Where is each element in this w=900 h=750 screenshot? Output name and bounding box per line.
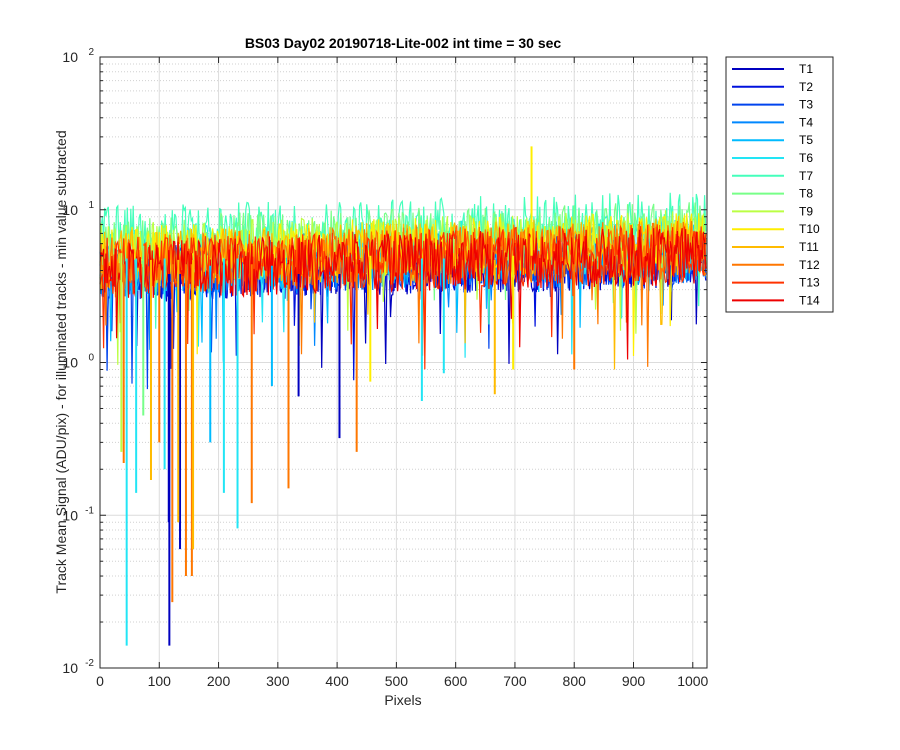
legend-label: T10 (799, 222, 820, 236)
legend-label: T12 (799, 258, 820, 272)
x-tick-label: 500 (385, 673, 409, 689)
legend-label: T4 (799, 115, 813, 129)
legend-label: T1 (799, 62, 813, 76)
y-tick-exponent: -2 (85, 658, 94, 669)
y-tick-label: 10 (62, 660, 78, 676)
y-axis-label: Track Mean Signal (ADU/pix) - for illumi… (53, 130, 69, 593)
y-tick-exponent: 2 (88, 47, 94, 58)
legend-label: T9 (799, 204, 813, 218)
x-tick-label: 1000 (677, 673, 708, 689)
chart: 0 100 200 300 400 500 600 700 800 900 100010 -210 -1… (0, 0, 900, 750)
legend-label: T5 (799, 133, 813, 147)
x-tick-label: 800 (563, 673, 587, 689)
legend-label: T3 (799, 98, 813, 112)
legend-label: T6 (799, 151, 813, 165)
y-tick-label: 10 (62, 49, 78, 65)
legend-label: T14 (799, 293, 820, 307)
chart-title: BS03 Day02 20190718-Lite-002 int time = … (245, 35, 562, 51)
y-tick-exponent: 0 (88, 353, 94, 364)
x-tick-label: 200 (207, 673, 231, 689)
x-tick-label: 600 (444, 673, 468, 689)
y-tick-exponent: 1 (88, 200, 94, 211)
x-tick-label: 100 (148, 673, 172, 689)
legend-box (725, 56, 834, 313)
x-tick-label: 900 (622, 673, 646, 689)
x-tick-label: 400 (325, 673, 349, 689)
legend-label: T13 (799, 276, 820, 290)
legend-label: T8 (799, 187, 813, 201)
y-tick-exponent: -1 (85, 505, 94, 516)
x-tick-label: 0 (96, 673, 104, 689)
legend-label: T11 (799, 240, 819, 254)
x-tick-label: 700 (503, 673, 527, 689)
legend: T1 T2 T3 T4 T5 T6 T7 T8 T9 T10 T11 T12 T13 T14 (725, 56, 834, 313)
legend-label: T2 (799, 80, 813, 94)
x-axis-label: Pixels (384, 692, 421, 708)
legend-label: T7 (799, 169, 813, 183)
x-tick-label: 300 (266, 673, 290, 689)
